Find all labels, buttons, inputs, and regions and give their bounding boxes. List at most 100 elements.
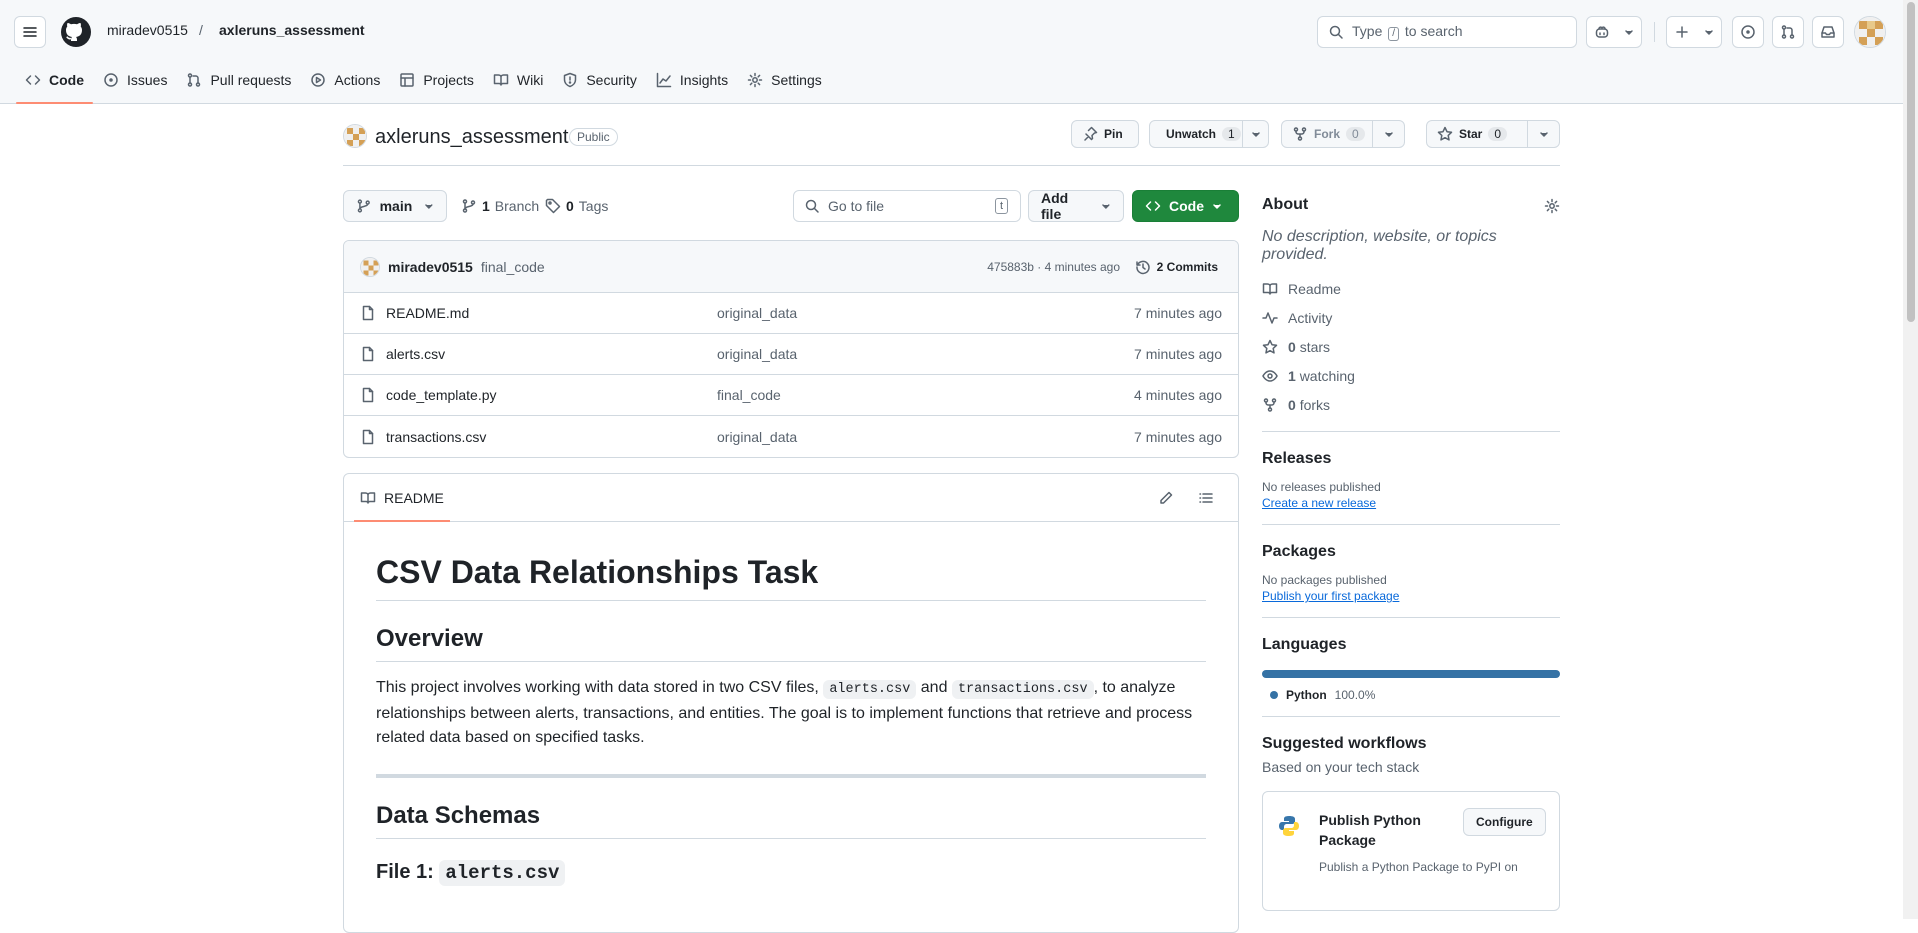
tab-security[interactable]: Security [553,64,646,96]
readme-tab[interactable]: README [354,474,450,522]
publish-package-link[interactable]: Publish your first package [1262,589,1399,603]
about-title: About [1262,196,1309,213]
tab-label: Pull requests [210,72,292,88]
go-to-file-placeholder: Go to file [828,198,885,214]
data-schemas-heading: Data Schemas [376,802,1206,839]
graph-icon [656,72,672,88]
readme-content: CSV Data Relationships Task Overview Thi… [344,554,1238,886]
unwatch-button[interactable]: Unwatch 1 [1149,120,1269,148]
fork-dropdown[interactable] [1372,121,1404,147]
file1-heading: File 1: alerts.csv [376,860,1206,886]
watch-dropdown[interactable] [1242,121,1268,147]
pull-request-icon [188,73,201,87]
menu-button[interactable] [14,16,46,48]
search-input[interactable]: Type / to search [1317,16,1577,48]
forks-link[interactable]: 0 forks [1262,390,1560,419]
workflow-card: Publish Python Package Configure Publish… [1262,791,1560,911]
fork-icon [1293,127,1307,141]
chevron-down-icon [1705,30,1713,35]
tab-code[interactable]: Code [16,64,93,104]
configure-button[interactable]: Configure [1463,808,1546,836]
tab-wiki[interactable]: Wiki [484,64,552,96]
go-to-file-input[interactable]: Go to file t [793,190,1021,222]
stars-count: 0 [1288,338,1296,355]
releases-title[interactable]: Releases [1262,450,1560,468]
search-icon [1329,25,1343,39]
readme-header: README [344,474,1238,522]
no-packages-text: No packages published [1262,573,1387,587]
language-bar [1262,670,1560,678]
file-row[interactable]: README.md original_data 7 minutes ago [344,293,1238,334]
file-commit-message[interactable]: original_data [717,429,797,445]
branches-link[interactable]: 1 Branch [461,198,539,214]
tab-actions[interactable]: Actions [301,64,389,96]
author-avatar[interactable] [360,256,380,277]
inbox-button[interactable] [1812,16,1844,48]
file-commit-message[interactable]: final_code [717,387,781,403]
edit-readme-button[interactable] [1158,490,1174,506]
tab-insights[interactable]: Insights [647,64,737,96]
commit-hash-time[interactable]: 475883b · 4 minutes ago [987,260,1120,274]
file-commit-time: 4 minutes ago [1134,387,1222,403]
tab-issues[interactable]: Issues [94,64,176,96]
commit-author[interactable]: miradev0515 [388,259,473,275]
pull-requests-button[interactable] [1772,16,1804,48]
packages-title[interactable]: Packages [1262,543,1560,561]
copilot-icon [1595,26,1609,38]
activity-link[interactable]: Activity [1262,303,1560,332]
file-commit-message[interactable]: original_data [717,346,797,362]
scrollbar-thumb[interactable] [1907,2,1915,322]
readme-link[interactable]: Readme [1262,274,1560,303]
code-icon [1145,201,1161,211]
copilot-button[interactable] [1586,16,1642,48]
file-name[interactable]: README.md [386,305,469,321]
breadcrumb-owner[interactable]: miradev0515 [107,22,188,38]
repo-name[interactable]: axleruns_assessment [375,126,568,149]
code-icon [25,75,41,85]
stars-link[interactable]: 0 stars [1262,332,1560,361]
repo-tabs: Code Issues Pull requests Actions Projec… [16,64,832,104]
create-release-link[interactable]: Create a new release [1262,496,1376,510]
commits-link[interactable]: 2 Commits [1135,259,1218,275]
file-row[interactable]: transactions.csv original_data 7 minutes… [344,416,1238,457]
chevron-down-icon [1539,132,1548,137]
watching-link[interactable]: 1 watching [1262,361,1560,390]
branch-selector[interactable]: main [343,190,447,222]
file-row[interactable]: code_template.py final_code 4 minutes ag… [344,375,1238,416]
file-row[interactable]: alerts.csv original_data 7 minutes ago [344,334,1238,375]
file-name[interactable]: code_template.py [386,387,497,403]
pin-button[interactable]: Pin [1071,120,1139,148]
commit-message[interactable]: final_code [481,259,545,275]
breadcrumb-repo[interactable]: axleruns_assessment [219,22,365,38]
file-icon [362,346,374,362]
outline-button[interactable] [1198,490,1214,506]
gear-icon[interactable] [1544,198,1560,214]
tab-projects[interactable]: Projects [390,64,483,96]
tags-label: Tags [578,198,609,214]
tags-link[interactable]: 0 Tags [545,198,608,214]
github-logo-icon[interactable] [60,16,92,48]
file-commit-message[interactable]: original_data [717,305,797,321]
owner-avatar[interactable] [343,124,367,148]
star-dropdown[interactable] [1527,121,1559,147]
star-button[interactable]: Star 0 [1426,120,1560,148]
workflow-description: Publish a Python Package to PyPI on [1319,860,1518,874]
user-avatar[interactable] [1854,16,1886,48]
language-item[interactable]: Python 100.0% [1270,688,1560,702]
file-name[interactable]: alerts.csv [386,346,445,362]
fork-button[interactable]: Fork 0 [1281,120,1405,148]
issue-icon [104,73,118,87]
create-new-button[interactable] [1666,16,1722,48]
file-name[interactable]: transactions.csv [386,429,486,445]
file-list: miradev0515 final_code 475883b · 4 minut… [343,240,1239,458]
code-button[interactable]: Code [1132,190,1239,222]
chevron-down-icon [1251,132,1260,137]
workflow-title[interactable]: Publish Python Package [1319,810,1459,850]
issues-button[interactable] [1732,16,1764,48]
tab-settings[interactable]: Settings [738,64,831,96]
file-commit-time: 7 minutes ago [1134,305,1222,321]
sidebar: About No description, website, or topics… [1262,190,1560,911]
add-file-button[interactable]: Add file [1028,190,1124,222]
search-placeholder: Type / to search [1352,23,1463,41]
tab-pull-requests[interactable]: Pull requests [177,64,300,96]
